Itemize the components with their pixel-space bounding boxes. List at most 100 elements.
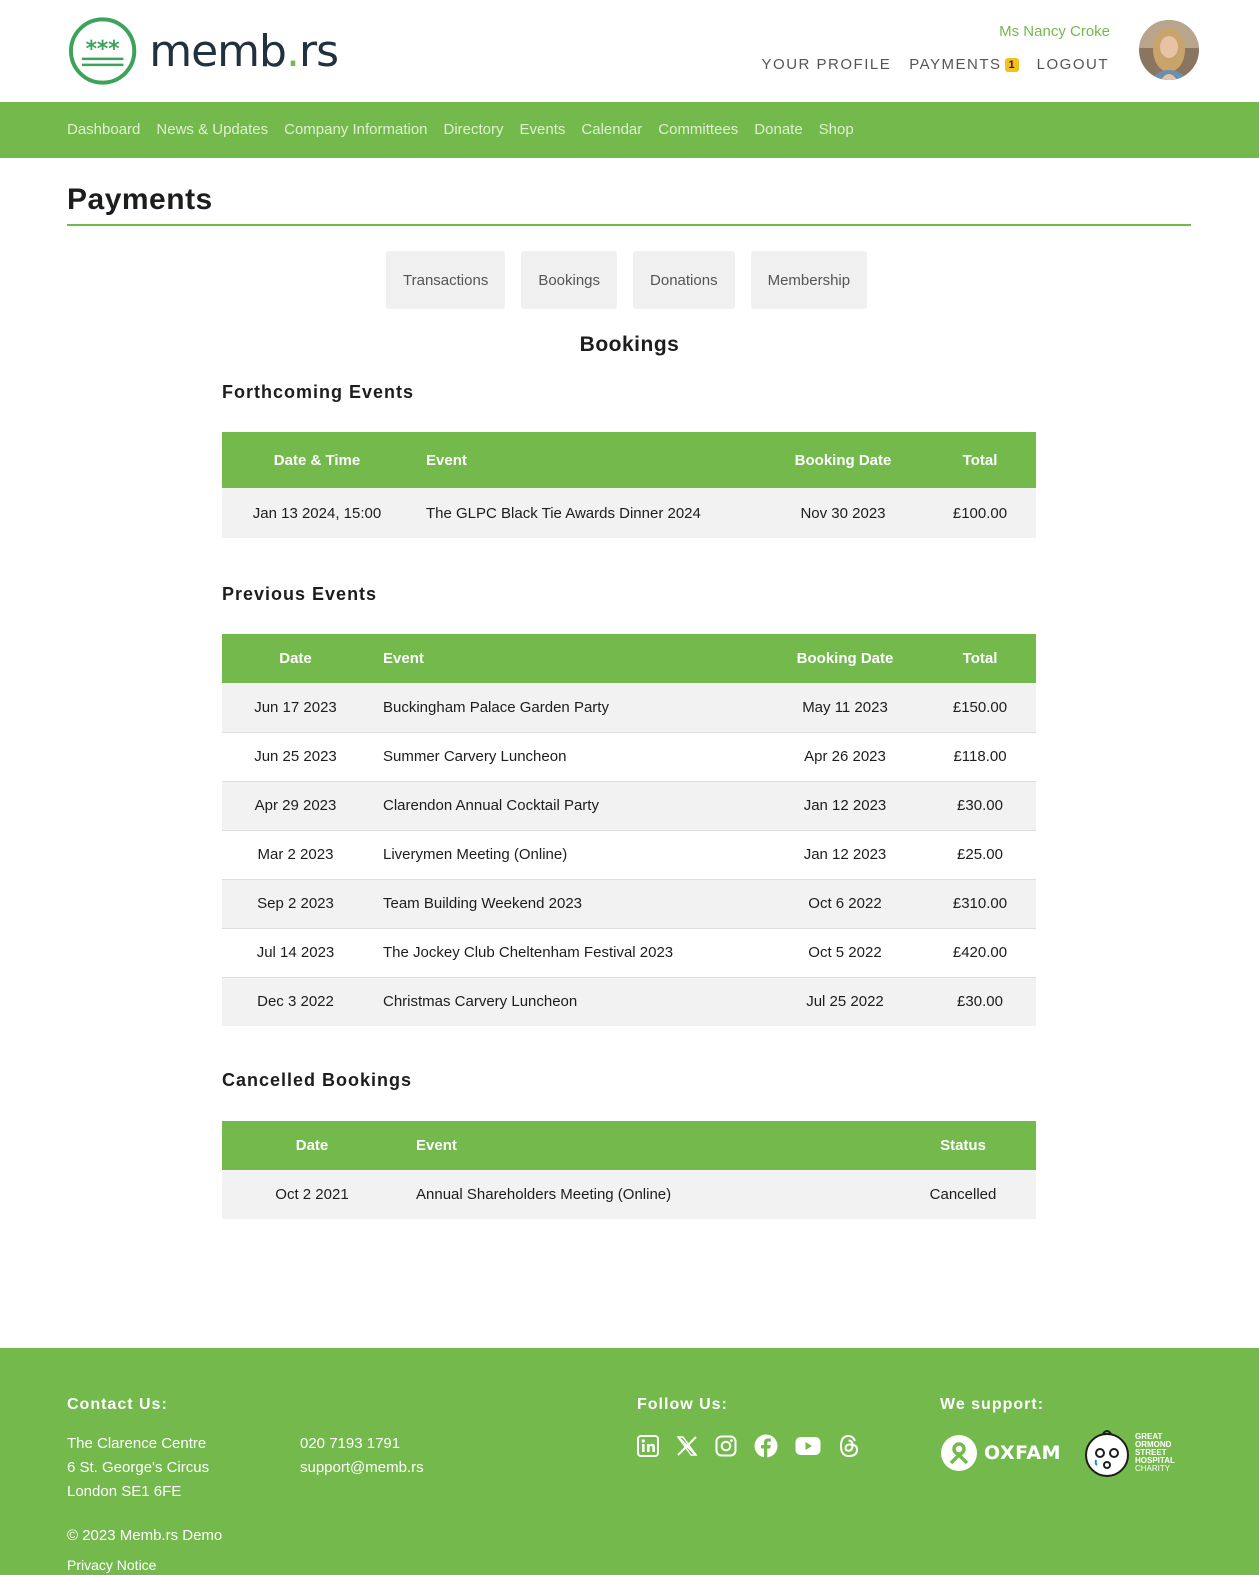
contact-title: Contact Us: — [67, 1396, 168, 1413]
booking-date-cell: Nov 30 2023 — [800, 504, 886, 522]
date-cell: Jan 13 2024, 15:00 — [252, 504, 382, 522]
threads-icon[interactable] — [838, 1434, 860, 1458]
total-cell: £420.00 — [924, 927, 1036, 977]
follow-title: Follow Us: — [637, 1396, 728, 1413]
logout-link[interactable]: LOGOUT — [1037, 56, 1109, 73]
table-row: Oct 2 2021 Annual Shareholders Meeting (… — [222, 1170, 1036, 1219]
instagram-icon[interactable] — [715, 1435, 737, 1457]
event-cell: Clarendon Annual Cocktail Party — [369, 780, 766, 830]
event-cell: The GLPC Black Tie Awards Dinner 2024 — [426, 504, 701, 522]
logo-link[interactable]: *** memb.rs — [68, 15, 339, 87]
event-cell: Christmas Carvery Luncheon — [369, 976, 766, 1026]
nav-directory[interactable]: Directory — [444, 121, 504, 138]
payments-tabs: Transactions Bookings Donations Membersh… — [386, 251, 868, 309]
status-cell: Cancelled — [929, 1186, 997, 1203]
gosh-charity-logo[interactable]: GREAT ORMOND STREET HOSPITAL CHARITY — [1083, 1428, 1175, 1478]
total-cell: £118.00 — [924, 731, 1036, 781]
tab-transactions[interactable]: Transactions — [386, 251, 506, 309]
logo-wordmark: memb.rs — [149, 25, 339, 77]
your-profile-link[interactable]: YOUR PROFILE — [762, 56, 892, 73]
contact-address: The Clarence Centre 6 St. George's Circu… — [67, 1435, 210, 1500]
date-cell: Oct 2 2021 — [275, 1186, 349, 1203]
site-header: *** memb.rs Ms Nancy Croke YOUR PROFILE … — [0, 0, 1259, 102]
table-row: Mar 2 2023 Liverymen Meeting (Online) Ja… — [222, 829, 1036, 879]
column-header: Event — [402, 1121, 890, 1170]
event-cell: Summer Carvery Luncheon — [369, 731, 766, 781]
youtube-icon[interactable] — [795, 1436, 821, 1456]
table-row: Sep 2 2023 Team Building Weekend 2023 Oc… — [222, 878, 1036, 928]
booking-date-cell: May 11 2023 — [802, 698, 888, 716]
payments-link[interactable]: PAYMENTS 1 — [909, 56, 1019, 73]
total-cell: £25.00 — [924, 829, 1036, 879]
x-icon[interactable] — [676, 1435, 698, 1457]
facebook-icon[interactable] — [754, 1434, 778, 1458]
event-cell: Annual Shareholders Meeting (Online) — [416, 1186, 672, 1203]
total-cell: £150.00 — [952, 698, 1008, 716]
booking-date-cell: Oct 5 2022 — [766, 927, 924, 977]
column-header: Event — [369, 634, 766, 683]
gosh-charity-name: GREAT ORMOND STREET HOSPITAL CHARITY — [1135, 1432, 1175, 1473]
table-row: Apr 29 2023 Clarendon Annual Cocktail Pa… — [222, 780, 1036, 830]
column-header: Total — [924, 634, 1036, 683]
event-cell: Team Building Weekend 2023 — [369, 878, 766, 928]
previous-table: Date Event Booking Date Total Jun 17 202… — [222, 634, 1036, 1026]
forthcoming-table: Date & Time Event Booking Date Total Jan… — [222, 432, 1036, 538]
nav-donate[interactable]: Donate — [754, 121, 802, 138]
oxfam-logo[interactable]: OXFAM — [940, 1434, 1061, 1472]
main-nav: Dashboard News & Updates Company Informa… — [0, 102, 1259, 158]
column-header: Booking Date — [766, 634, 924, 683]
nav-dashboard[interactable]: Dashboard — [67, 121, 140, 138]
title-divider — [67, 224, 1191, 226]
column-header: Status — [890, 1121, 1036, 1170]
booking-date-cell: Apr 26 2023 — [766, 731, 924, 781]
avatar-photo — [1139, 20, 1199, 80]
page-title: Payments — [67, 183, 213, 216]
tab-membership[interactable]: Membership — [750, 251, 868, 309]
date-cell: Mar 2 2023 — [222, 829, 369, 879]
cancelled-table: Date Event Status Oct 2 2021 Annual Shar… — [222, 1121, 1036, 1219]
nav-calendar[interactable]: Calendar — [581, 121, 642, 138]
booking-date-cell: Jul 25 2022 — [766, 976, 924, 1026]
tab-donations[interactable]: Donations — [633, 251, 735, 309]
date-cell: Jun 17 2023 — [254, 698, 337, 716]
main-nav-list: Dashboard News & Updates Company Informa… — [67, 102, 854, 158]
nav-committees[interactable]: Committees — [658, 121, 738, 138]
nav-shop[interactable]: Shop — [819, 121, 854, 138]
table-row: Dec 3 2022 Christmas Carvery Luncheon Ju… — [222, 976, 1036, 1026]
column-header: Date & Time — [222, 432, 412, 488]
previous-title: Previous Events — [222, 584, 378, 604]
event-cell: Liverymen Meeting (Online) — [369, 829, 766, 879]
section-title: Bookings — [579, 333, 680, 356]
date-cell: Jul 14 2023 — [222, 927, 369, 977]
forthcoming-title: Forthcoming Events — [222, 382, 415, 402]
total-cell: £30.00 — [924, 976, 1036, 1026]
event-cell: Buckingham Palace Garden Party — [383, 698, 609, 716]
social-links — [637, 1434, 860, 1458]
linkedin-icon[interactable] — [637, 1435, 659, 1457]
payments-count-badge: 1 — [1004, 58, 1019, 72]
nav-company-information[interactable]: Company Information — [284, 121, 427, 138]
user-avatar[interactable] — [1139, 20, 1199, 80]
table-row: Jun 25 2023 Summer Carvery Luncheon Apr … — [222, 731, 1036, 781]
booking-date-cell: Oct 6 2022 — [766, 878, 924, 928]
total-cell: £310.00 — [924, 878, 1036, 928]
user-name: Ms Nancy Croke — [999, 23, 1110, 40]
column-header: Date — [222, 1121, 402, 1170]
nav-events[interactable]: Events — [520, 121, 566, 138]
nav-news-updates[interactable]: News & Updates — [156, 121, 268, 138]
total-cell: £100.00 — [952, 504, 1008, 522]
privacy-notice-link[interactable]: Privacy Notice — [67, 1553, 156, 1575]
total-cell: £30.00 — [924, 780, 1036, 830]
tab-bookings[interactable]: Bookings — [521, 251, 618, 309]
date-cell: Dec 3 2022 — [222, 976, 369, 1026]
copyright: © 2023 Memb.rs Demo — [67, 1527, 223, 1544]
event-cell: The Jockey Club Cheltenham Festival 2023 — [369, 927, 766, 977]
support-title: We support: — [940, 1396, 1045, 1413]
date-cell: Sep 2 2023 — [222, 878, 369, 928]
table-row: Jun 17 2023 Buckingham Palace Garden Par… — [222, 683, 1036, 732]
cancelled-title: Cancelled Bookings — [222, 1070, 413, 1090]
phone-link[interactable]: 020 7193 1791 — [300, 1432, 424, 1456]
site-footer: Contact Us: The Clarence Centre 6 St. Ge… — [0, 1348, 1259, 1575]
email-link[interactable]: support@memb.rs — [300, 1456, 424, 1480]
column-header: Event — [412, 432, 762, 488]
